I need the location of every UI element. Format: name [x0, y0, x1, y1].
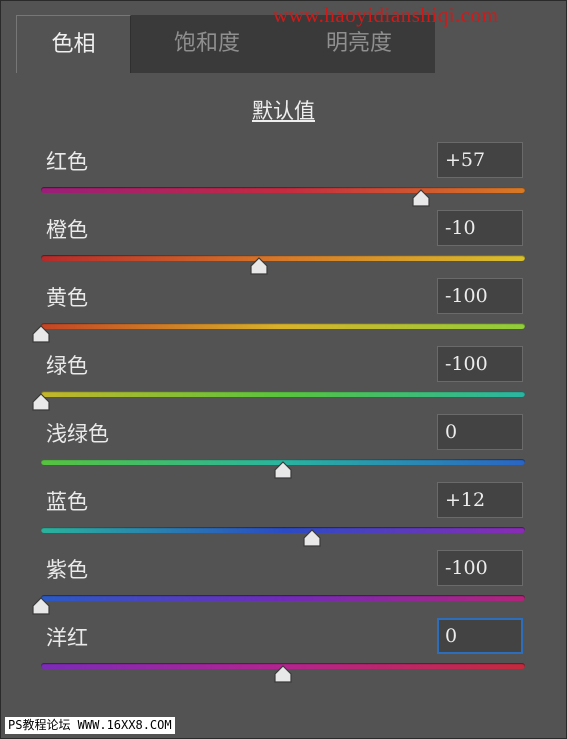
slider-thumb-yellow[interactable] [31, 325, 51, 343]
hsl-panel: 色相 饱和度 明亮度 www.haoyidianshiqi.com 默认值 红色… [0, 0, 567, 739]
slider-track-green[interactable] [41, 391, 525, 397]
slider-row-green: 绿色 -100 [1, 346, 566, 414]
slider-label-yellow: 黄色 [46, 286, 88, 310]
slider-label-aqua: 浅绿色 [46, 422, 109, 446]
slider-thumb-magenta[interactable] [273, 665, 293, 683]
watermark-text: www.haoyidianshiqi.com [273, 3, 499, 27]
value-field-red[interactable]: +57 [437, 142, 523, 178]
slider-row-magenta: 洋红 0 [1, 618, 566, 686]
slider-label-blue: 蓝色 [46, 490, 88, 514]
slider-label-green: 绿色 [46, 354, 88, 378]
default-button[interactable]: 默认值 [1, 95, 566, 125]
value-field-green[interactable]: -100 [437, 346, 523, 382]
value-field-blue[interactable]: +12 [437, 482, 523, 518]
slider-label-red: 红色 [46, 150, 88, 174]
slider-label-orange: 橙色 [46, 218, 88, 242]
slider-track-purple[interactable] [41, 595, 525, 601]
slider-thumb-green[interactable] [31, 393, 51, 411]
slider-row-purple: 紫色 -100 [1, 550, 566, 618]
slider-thumb-purple[interactable] [31, 597, 51, 615]
slider-track-red[interactable] [41, 187, 525, 193]
slider-track-orange[interactable] [41, 255, 525, 261]
tab-hue[interactable]: 色相 [16, 15, 131, 73]
slider-label-magenta: 洋红 [46, 626, 88, 650]
slider-track-blue[interactable] [41, 527, 525, 533]
slider-label-purple: 紫色 [46, 558, 88, 582]
slider-row-blue: 蓝色 +12 [1, 482, 566, 550]
slider-thumb-blue[interactable] [302, 529, 322, 547]
value-field-orange[interactable]: -10 [437, 210, 523, 246]
value-field-yellow[interactable]: -100 [437, 278, 523, 314]
slider-row-red: 红色 +57 [1, 142, 566, 210]
slider-thumb-aqua[interactable] [273, 461, 293, 479]
value-field-purple[interactable]: -100 [437, 550, 523, 586]
value-field-magenta[interactable]: 0 [437, 618, 523, 654]
slider-row-yellow: 黄色 -100 [1, 278, 566, 346]
value-field-aqua[interactable]: 0 [437, 414, 523, 450]
slider-thumb-orange[interactable] [249, 257, 269, 275]
slider-thumb-red[interactable] [411, 189, 431, 207]
slider-track-yellow[interactable] [41, 323, 525, 329]
slider-row-orange: 橙色 -10 [1, 210, 566, 278]
tab-saturation[interactable]: 饱和度 [131, 15, 283, 73]
footer-watermark: PS教程论坛 WWW.16XX8.COM [5, 717, 175, 734]
slider-row-aqua: 浅绿色 0 [1, 414, 566, 482]
